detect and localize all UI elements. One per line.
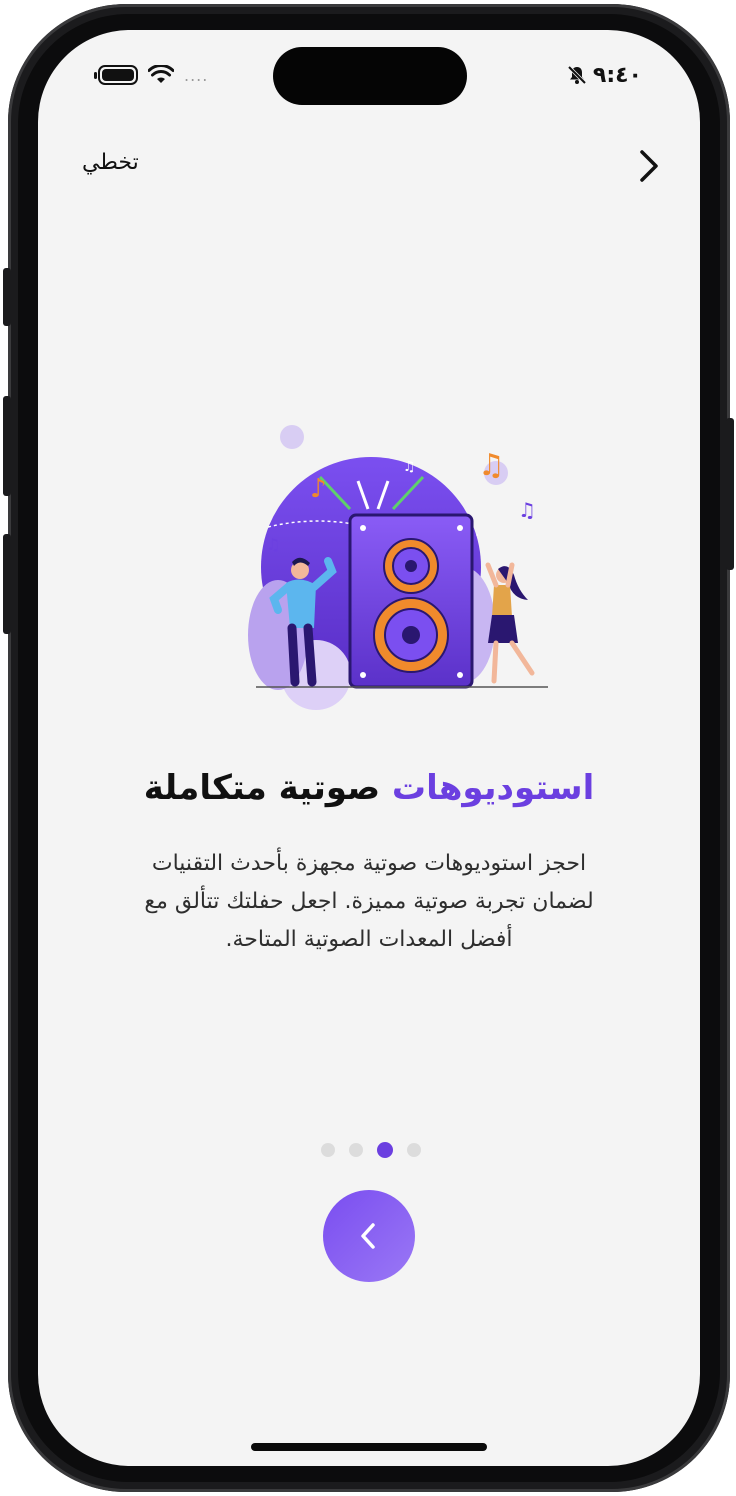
battery-icon (94, 65, 138, 85)
svg-text:♫: ♫ (403, 459, 416, 475)
skip-button[interactable]: تخطي (82, 150, 139, 175)
power-button (726, 418, 734, 570)
dynamic-island (273, 47, 467, 105)
title-rest: صوتية متكاملة (143, 768, 392, 808)
page-dot-active (377, 1142, 393, 1158)
chevron-left-icon (361, 1223, 375, 1249)
chevron-right-icon[interactable] (632, 146, 664, 186)
volume-up-button (3, 396, 11, 496)
title-highlight: استوديوهات (391, 768, 595, 808)
status-right: ٩:٤٠ (567, 60, 642, 90)
svg-text:♫: ♫ (266, 535, 280, 554)
wifi-icon (148, 65, 174, 83)
page-dot (349, 1143, 363, 1157)
bell-slash-icon (567, 65, 587, 85)
status-time: ٩:٤٠ (592, 62, 642, 88)
svg-text:♫: ♫ (478, 448, 505, 483)
status-left: .... (94, 60, 209, 90)
signal-dots: .... (184, 65, 209, 85)
volume-down-button (3, 534, 11, 634)
onboarding-description: احجز استوديوهات صوتية مجهزة بأحدث التقني… (144, 851, 594, 952)
home-indicator[interactable] (251, 1443, 487, 1451)
onboarding-title: استوديوهات صوتية متكاملة (38, 768, 700, 808)
page-dot (407, 1143, 421, 1157)
page-dot (321, 1143, 335, 1157)
svg-text:♪: ♪ (310, 474, 327, 504)
mute-switch (3, 268, 11, 326)
svg-text:♫: ♫ (518, 498, 536, 522)
speaker-party-illustration: ♫ ♪ ♫ ♫ ♫ (248, 425, 548, 710)
next-button[interactable] (323, 1190, 415, 1282)
page-indicator (321, 1142, 421, 1158)
screen: .... ٩:٤٠ تخطي ♫ ♪ ♫ ♫ ♫ استوديوهات صوتي… (38, 30, 700, 1466)
dancing-woman (485, 562, 535, 684)
